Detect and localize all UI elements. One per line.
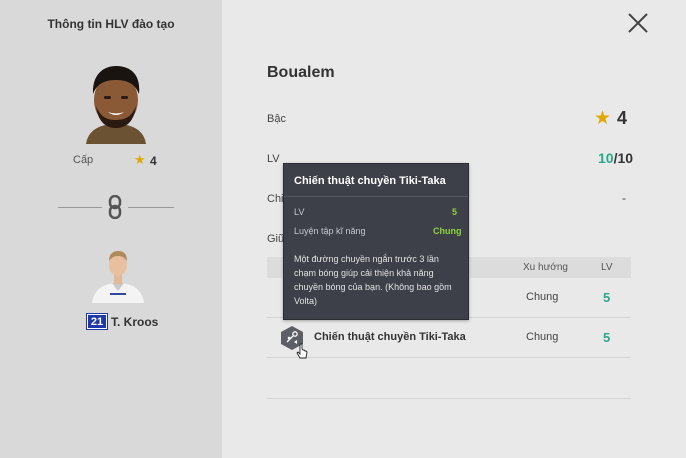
tooltip-lv-label: LV	[294, 207, 305, 217]
skill-lv: 5	[603, 330, 611, 345]
tooltip-divider	[284, 196, 468, 197]
table-row[interactable]: Chiến thuật chuyền Tiki-Taka Chung 5	[267, 318, 631, 358]
tooltip-lv-value: 5	[452, 207, 458, 217]
rank-row-label: Bậc	[267, 113, 286, 125]
table-bottom-divider	[267, 398, 631, 399]
rank-label: Cấp	[73, 154, 94, 166]
tooltip-description: Một đường chuyền ngắn trước 3 lần chạm b…	[294, 254, 452, 306]
header-lv: LV	[601, 262, 613, 273]
tooltip-skill-label: Luyện tập kĩ năng	[294, 226, 366, 236]
lv-current: 10	[598, 150, 614, 166]
player-avatar	[88, 245, 148, 303]
divider-right	[128, 207, 174, 208]
close-button[interactable]	[627, 12, 649, 34]
lv-max: /10	[613, 150, 634, 166]
panel-title: Thông tin HLV đào tạo	[47, 17, 175, 31]
skill-tooltip: Chiến thuật chuyền Tiki-Taka LV 5 Luyện …	[283, 163, 469, 320]
star-icon: ★	[594, 108, 612, 129]
player-name: T. Kroos	[111, 315, 159, 329]
skill-name: Chiến thuật chuyền Tiki-Taka	[314, 331, 466, 343]
close-icon[interactable]	[627, 12, 649, 34]
coach-info-panel: Thông tin HLV đào tạo Cấp ★ 4 21 T. Kroo…	[0, 0, 222, 458]
skill-type: Chung	[526, 331, 559, 343]
tooltip-skill-value: Chung	[433, 226, 462, 236]
player-number-badge: 21	[86, 313, 108, 330]
rank-row-value: 4	[617, 108, 628, 128]
coach-avatar	[80, 60, 152, 144]
lv-row-value: 10/10	[598, 150, 633, 166]
lv-row-label: LV	[267, 153, 280, 165]
star-icon: ★	[134, 152, 146, 167]
row3-value: -	[622, 191, 626, 205]
coach-name: Boualem	[267, 64, 335, 81]
cursor-icon	[296, 343, 310, 361]
row3-label: Chi	[267, 193, 284, 205]
divider-left	[58, 207, 102, 208]
header-trend: Xu hướng	[523, 262, 568, 273]
skill-lv: 5	[603, 290, 611, 305]
skill-type: Chung	[526, 291, 559, 303]
rank-value: 4	[150, 154, 157, 168]
link-icon	[106, 194, 124, 220]
tooltip-title: Chiến thuật chuyền Tiki-Taka	[294, 175, 446, 187]
